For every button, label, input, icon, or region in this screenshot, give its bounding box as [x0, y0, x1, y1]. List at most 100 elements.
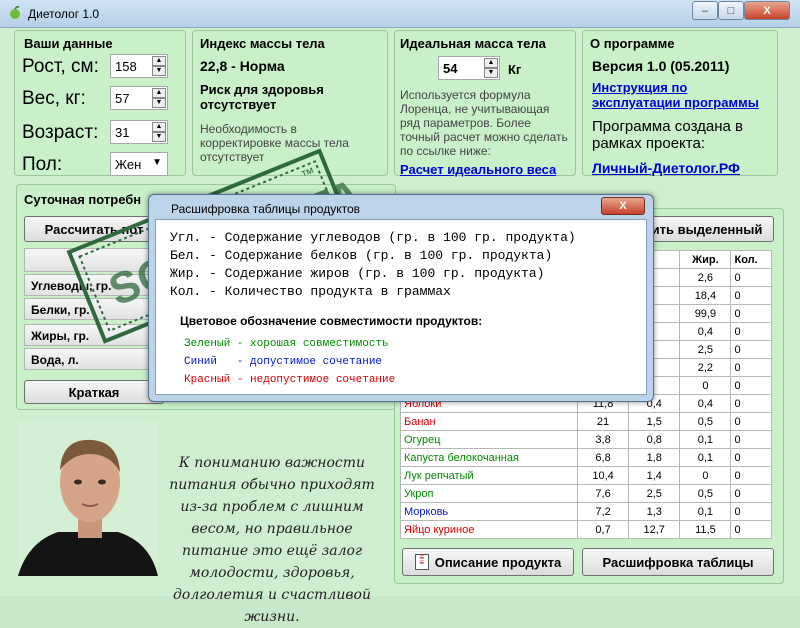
fat-cell: 0,1 — [679, 448, 732, 467]
protein-cell: 1,4 — [628, 466, 681, 485]
protein-cell: 2,5 — [628, 484, 681, 503]
qty-cell[interactable]: 0 — [730, 286, 772, 305]
weight-spinner[interactable]: 57 ▲ ▼ — [110, 86, 168, 110]
height-label: Рост, см: — [22, 56, 99, 77]
product-description-button[interactable]: ≡ ≡ Описание продукта — [402, 548, 574, 576]
manual-link[interactable]: Инструкция по эксплуатации программы — [592, 80, 772, 110]
qty-cell[interactable]: 0 — [730, 502, 772, 521]
protein-cell: 12,7 — [628, 520, 681, 539]
daily-needs-title: Суточная потребн — [24, 192, 142, 207]
sex-label: Пол: — [22, 154, 63, 175]
bmi-title: Индекс массы тела — [200, 36, 325, 51]
table-row[interactable]: Яйцо куриное 0,7 12,7 11,5 0 — [400, 520, 772, 539]
qty-cell[interactable]: 0 — [730, 358, 772, 377]
height-value: 158 — [115, 59, 137, 74]
protein-cell: 1,8 — [628, 448, 681, 467]
ideal-weight-title: Идеальная масса тела — [400, 36, 546, 51]
carb-cell: 3,8 — [576, 430, 630, 449]
portrait-photo — [18, 420, 158, 576]
legend-green: Зеленый - хорошая совместимость — [184, 338, 389, 350]
weight-label: Вес, кг: — [22, 88, 86, 109]
column-header-qty: Кол. — [730, 250, 772, 269]
client-area: Ваши данные Рост, см: 158 ▲ ▼ Вес, кг: 57… — [0, 28, 800, 625]
about-title: О программе — [590, 36, 675, 51]
minimize-button[interactable]: – — [692, 1, 718, 20]
qty-cell[interactable]: 0 — [730, 340, 772, 359]
table-row[interactable]: Банан 21 1,5 0,5 0 — [400, 412, 772, 431]
product-name: Морковь — [400, 502, 578, 521]
spinner-arrows-icon[interactable]: ▲ ▼ — [152, 122, 166, 142]
site-link[interactable]: Личный-Диетолог.РФ — [592, 160, 740, 176]
bmi-note: Необходимость в корректировке массы тела… — [200, 122, 349, 164]
dialog-body: Угл. - Содержание углеводов (гр. в 100 г… — [155, 219, 647, 395]
ideal-weight-spinner[interactable]: 54 ▲ ▼ — [438, 56, 500, 80]
fat-cell: 0 — [679, 376, 732, 395]
nutrient-row-carbs: Углеводы, гр. — [24, 274, 154, 296]
dialog-title: Расшифровка таблицы продуктов — [171, 202, 361, 216]
close-window-button[interactable]: X — [744, 1, 790, 20]
protein-cell: 1,5 — [628, 412, 681, 431]
fat-cell: 0 — [679, 466, 732, 485]
qty-cell[interactable]: 0 — [730, 394, 772, 413]
ideal-weight-note: Используется формула Лоренца, не учитыва… — [400, 88, 568, 158]
product-name: Капуста белокочанная — [400, 448, 578, 467]
decode-table-button[interactable]: Расшифровка таблицы — [582, 548, 774, 576]
your-data-title: Ваши данные — [24, 36, 113, 51]
product-description-label: Описание продукта — [434, 554, 562, 570]
qty-cell[interactable]: 0 — [730, 448, 772, 467]
protein-cell: 0,8 — [628, 430, 681, 449]
legend-red: Красный - недопустимое сочетание — [184, 374, 396, 386]
qty-cell[interactable]: 0 — [730, 412, 772, 431]
carb-cell: 21 — [576, 412, 630, 431]
fat-cell: 0,4 — [679, 394, 732, 413]
table-row[interactable]: Лук репчатый 10,4 1,4 0 0 — [400, 466, 772, 485]
qty-cell[interactable]: 0 — [730, 268, 772, 287]
spinner-arrows-icon[interactable]: ▲ ▼ — [152, 56, 166, 76]
delete-selected-button[interactable]: ить выделенный — [640, 216, 774, 242]
age-spinner[interactable]: 31 ▲ ▼ — [110, 120, 168, 144]
maximize-button[interactable]: □ — [718, 1, 744, 20]
qty-cell[interactable]: 0 — [730, 520, 772, 539]
qty-cell[interactable]: 0 — [730, 322, 772, 341]
product-name: Укроп — [400, 484, 578, 503]
table-row[interactable]: Укроп 7,6 2,5 0,5 0 — [400, 484, 772, 503]
window-title: Диетолог 1.0 — [28, 7, 100, 21]
table-row[interactable]: Морковь 7,2 1,3 0,1 0 — [400, 502, 772, 521]
motivation-quote: К пониманию важности питания обычно прих… — [169, 455, 375, 625]
apple-app-icon — [10, 6, 20, 19]
fat-cell: 0,5 — [679, 412, 732, 431]
table-row[interactable]: Огурец 3,8 0,8 0,1 0 — [400, 430, 772, 449]
calculate-button[interactable]: Рассчитать пот — [24, 216, 164, 242]
qty-cell[interactable]: 0 — [730, 376, 772, 395]
short-summary-button[interactable]: Краткая — [24, 380, 164, 404]
title-bar: Диетолог 1.0 – □ X — [0, 0, 800, 28]
carb-cell: 10,4 — [576, 466, 630, 485]
table-row[interactable]: Капуста белокочанная 6,8 1,8 0,1 0 — [400, 448, 772, 467]
fat-cell: 0,1 — [679, 502, 732, 521]
spinner-arrows-icon[interactable]: ▲ ▼ — [484, 58, 498, 78]
nutrient-row-protein: Белки, гр. — [24, 298, 154, 320]
legend-blue: Синий - допустимое сочетание — [184, 356, 383, 368]
fat-cell: 0,4 — [679, 322, 732, 341]
nutrient-header — [24, 248, 154, 272]
qty-cell[interactable]: 0 — [730, 484, 772, 503]
spinner-arrows-icon[interactable]: ▲ ▼ — [152, 88, 166, 108]
decode-dialog: Расшифровка таблицы продуктов X Угл. - С… — [148, 194, 654, 402]
legend-line-carbs: Угл. - Содержание углеводов (гр. в 100 г… — [170, 230, 576, 245]
ideal-weight-unit: Кг — [508, 62, 522, 77]
qty-cell[interactable]: 0 — [730, 466, 772, 485]
bmi-risk: Риск для здоровья отсутствует — [200, 82, 324, 112]
qty-cell[interactable]: 0 — [730, 430, 772, 449]
legend-line-qty: Кол. - Количество продукта в граммах — [170, 284, 451, 299]
dialog-close-button[interactable]: X — [601, 197, 645, 215]
height-spinner[interactable]: 158 ▲ ▼ — [110, 54, 168, 78]
sex-select[interactable]: Жен ▼ — [110, 152, 168, 176]
nutrient-row-fat: Жиры, гр. — [24, 324, 154, 346]
qty-cell[interactable]: 0 — [730, 304, 772, 323]
carb-cell: 7,6 — [576, 484, 630, 503]
legend-line-fat: Жир. - Содержание жиров (гр. в 100 гр. п… — [170, 266, 545, 281]
ideal-weight-link[interactable]: Расчет идеального веса — [400, 162, 556, 177]
document-icon: ≡ ≡ — [414, 554, 429, 570]
version-text: Версия 1.0 (05.2011) — [592, 58, 730, 74]
created-text: Программа создана в рамках проекта: — [592, 118, 744, 152]
